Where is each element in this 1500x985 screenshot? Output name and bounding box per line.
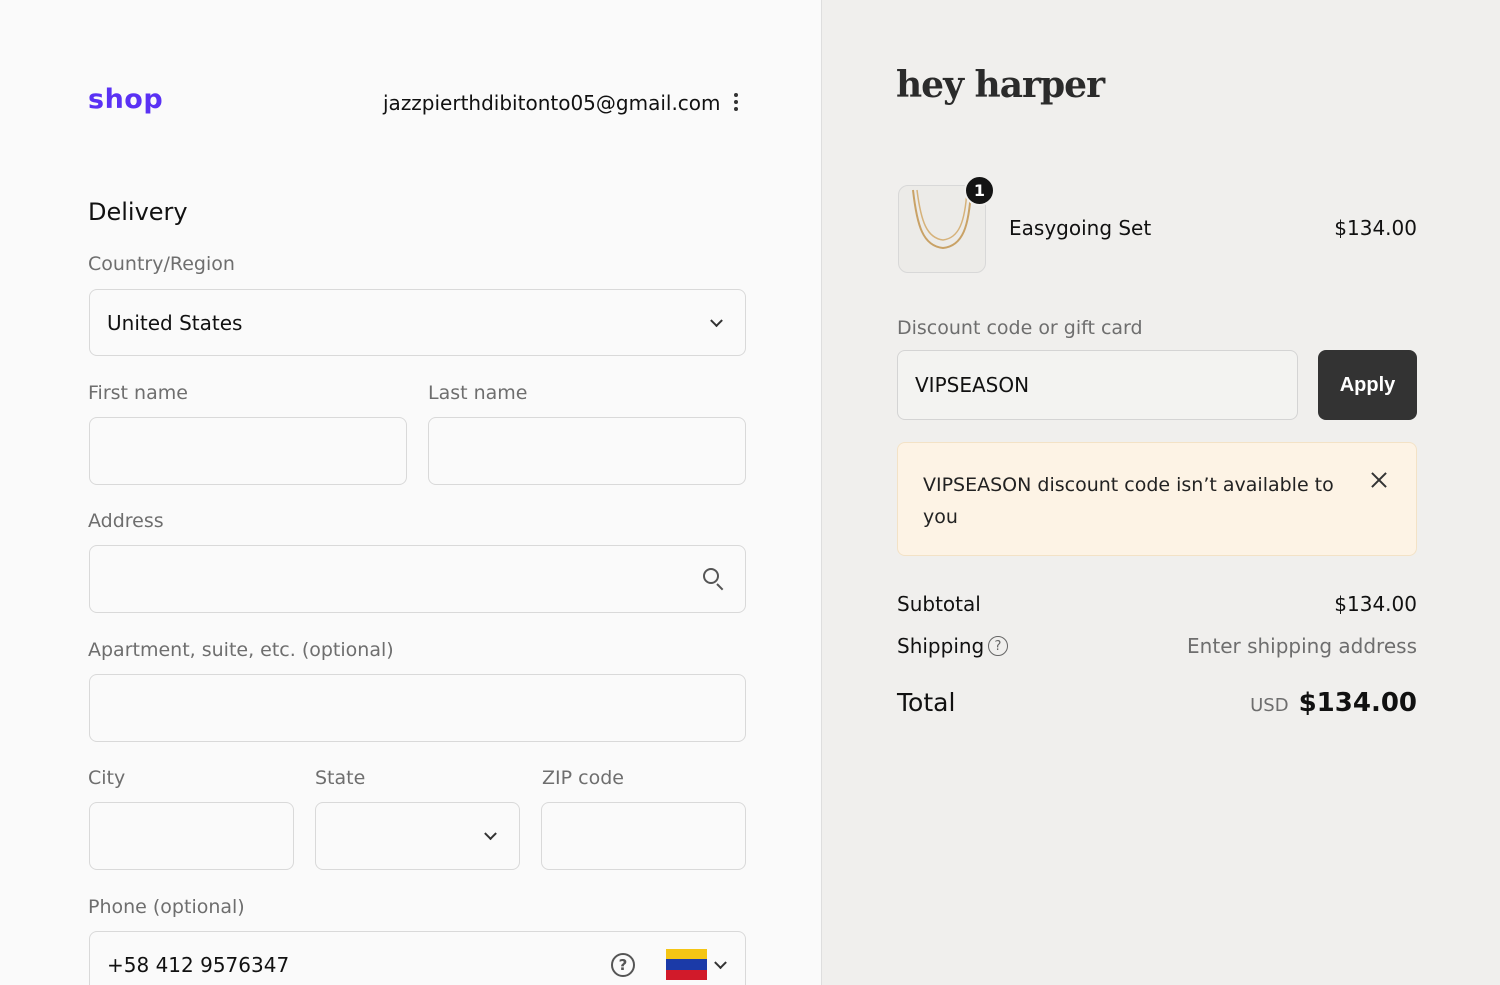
phone-label: Phone (optional)	[88, 896, 245, 918]
apartment-field[interactable]	[89, 674, 746, 742]
first-name-field[interactable]	[89, 417, 407, 485]
quantity-badge: 1	[964, 175, 995, 206]
help-icon[interactable]: ?	[988, 636, 1008, 656]
total-label: Total	[897, 688, 956, 717]
shipping-value: Enter shipping address	[1187, 634, 1417, 658]
chevron-down-icon	[484, 827, 497, 841]
discount-error-alert: VIPSEASON discount code isn’t available …	[897, 442, 1417, 556]
city-field[interactable]	[89, 802, 294, 870]
product-price: $134.00	[1334, 216, 1417, 240]
address-label: Address	[88, 510, 164, 532]
zip-field[interactable]	[541, 802, 746, 870]
store-logo[interactable]: hey harper	[896, 64, 1105, 106]
zip-label: ZIP code	[542, 767, 624, 789]
account-email: jazzpierthdibitonto05@gmail.com	[383, 91, 721, 115]
address-field[interactable]	[89, 545, 746, 613]
total-amount: $134.00	[1298, 688, 1417, 718]
delivery-heading: Delivery	[88, 198, 188, 226]
discount-code-value: VIPSEASON	[915, 373, 1030, 397]
last-name-label: Last name	[428, 382, 528, 404]
phone-value: +58 412 9576347	[107, 953, 290, 977]
shop-logo[interactable]: shop	[88, 84, 163, 115]
currency-code: USD	[1250, 695, 1289, 716]
last-name-field[interactable]	[428, 417, 746, 485]
checkout-form-panel: shop jazzpierthdibitonto05@gmail.com Del…	[0, 0, 821, 985]
country-select[interactable]: United States	[89, 289, 746, 356]
apply-button[interactable]: Apply	[1318, 350, 1417, 420]
chevron-down-icon[interactable]	[714, 956, 727, 970]
phone-field[interactable]: +58 412 9576347 ?	[89, 931, 746, 985]
discount-label: Discount code or gift card	[897, 317, 1143, 339]
subtotal-value: $134.00	[1334, 592, 1417, 616]
state-label: State	[315, 767, 366, 789]
apartment-label: Apartment, suite, etc. (optional)	[88, 639, 394, 661]
help-icon[interactable]: ?	[611, 953, 635, 977]
search-icon	[703, 568, 725, 591]
country-value: United States	[107, 310, 243, 335]
country-label: Country/Region	[88, 253, 235, 275]
subtotal-label: Subtotal	[897, 592, 981, 616]
shipping-label: Shipping	[897, 634, 985, 658]
first-name-label: First name	[88, 382, 188, 404]
more-options-icon[interactable]	[731, 90, 741, 114]
total-value-group: USD $134.00	[1250, 688, 1417, 718]
close-icon[interactable]	[1366, 467, 1392, 493]
state-select[interactable]	[315, 802, 520, 870]
chevron-down-icon	[710, 313, 723, 327]
alert-message: VIPSEASON discount code isn’t available …	[923, 474, 1334, 528]
city-label: City	[88, 767, 126, 789]
discount-code-input[interactable]: VIPSEASON	[897, 350, 1298, 420]
product-name: Easygoing Set	[1009, 216, 1152, 240]
venezuela-flag-icon[interactable]	[666, 949, 707, 980]
